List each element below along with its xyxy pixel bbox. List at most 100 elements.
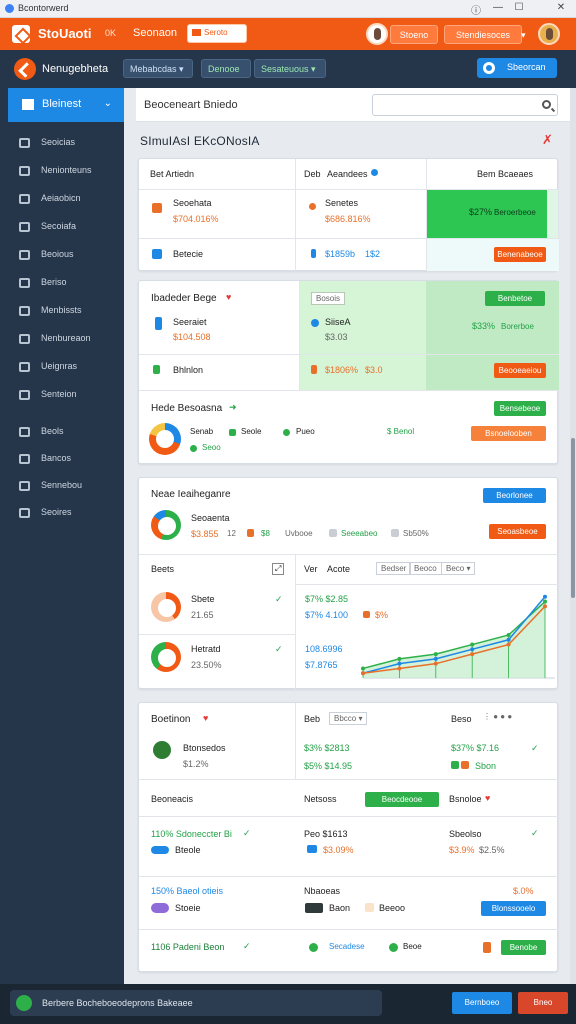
chevron-down-icon[interactable]: ▾ xyxy=(521,30,526,41)
data-point xyxy=(397,661,402,666)
sidebar-item[interactable]: Ueignras xyxy=(0,357,124,377)
action-button[interactable]: Benenabeoe xyxy=(494,247,546,262)
row-title: Betecie xyxy=(173,249,204,259)
check-icon: ✓ xyxy=(275,594,283,604)
sidebar-item-label: Senteion xyxy=(41,389,77,399)
metric: $7% 4.100 xyxy=(305,610,349,620)
donut-chart xyxy=(151,592,181,622)
cloud-icon xyxy=(151,903,169,913)
doc-icon xyxy=(19,222,30,232)
tool-icon xyxy=(19,138,30,148)
filter-select[interactable]: Bedser xyxy=(376,562,412,575)
row-title: SiiseA xyxy=(325,317,351,327)
pin-icon[interactable]: ✗ xyxy=(542,132,553,148)
filter-select[interactable]: Beco ▾ xyxy=(441,562,476,575)
card-title: Neae Ieaiheganre xyxy=(151,489,231,500)
table-icon xyxy=(19,481,30,491)
sidebar-item[interactable]: Beriso xyxy=(0,273,124,293)
card-title: Ibadeder Bege xyxy=(151,293,217,304)
sidebar-item-label: Aeiaobicn xyxy=(41,193,81,203)
heart-icon[interactable]: ♥ xyxy=(485,793,490,803)
footer-button-secondary[interactable]: Bneo xyxy=(518,992,568,1014)
chip[interactable]: Bosois xyxy=(311,292,346,305)
heart-icon[interactable]: ♥ xyxy=(203,713,208,723)
sidebar-item-label: Sennebou xyxy=(41,480,83,490)
data-point xyxy=(543,604,547,609)
nav-select-2[interactable]: Denooe xyxy=(201,59,251,78)
filter-select[interactable]: Bbcco ▾ xyxy=(329,712,368,725)
nav-select-1[interactable]: Mebabcdas ▾ xyxy=(123,59,193,78)
heart-icon[interactable]: ♥ xyxy=(226,292,231,302)
row-sub: Baon xyxy=(329,903,351,913)
filter-select[interactable]: Beoco xyxy=(409,562,442,575)
action-button[interactable]: Blonssooelo xyxy=(481,901,546,916)
scrollbar[interactable] xyxy=(570,88,576,984)
arrow-icon[interactable]: ➜ xyxy=(229,402,237,413)
minimize-button[interactable]: — xyxy=(491,2,505,13)
top-input[interactable]: Seroto xyxy=(187,24,247,43)
section-label: Bsnoloe xyxy=(449,794,482,804)
top-hint: 0K xyxy=(105,28,117,38)
info-icon[interactable] xyxy=(371,169,378,176)
sidebar-item-label: Bancos xyxy=(41,453,72,463)
sidebar-item[interactable]: Beoious xyxy=(0,245,124,265)
sidebar-item[interactable]: Seoires xyxy=(0,503,124,523)
metric: $3% $2813 xyxy=(304,743,350,753)
search-icon[interactable] xyxy=(542,100,551,109)
action-button[interactable]: Benobe xyxy=(501,940,546,955)
nav-select-3[interactable]: Sesateuous ▾ xyxy=(254,59,326,78)
sidebar-item[interactable]: Menbissts xyxy=(0,301,124,321)
action-button[interactable]: Benbetoe xyxy=(485,291,545,306)
footer-button-primary[interactable]: Bernboeo xyxy=(452,992,512,1014)
column-header: Bet Artiedn xyxy=(150,169,195,179)
filter-select-label: Bbcco xyxy=(334,714,357,723)
sidebar-item-active[interactable]: Bleinest ⌄ xyxy=(8,88,124,122)
expand-icon[interactable]: ⤢ xyxy=(272,563,285,575)
sidebar-item[interactable]: Sennebou xyxy=(0,476,124,496)
action-button[interactable]: Beooeaeiou xyxy=(494,363,546,378)
toolbar-icons[interactable]: ⋮ ● ● ● xyxy=(483,712,512,721)
sidebar-item[interactable]: Seoicias xyxy=(0,133,124,153)
sidebar-item-label: Nenionteuns xyxy=(41,165,92,175)
search-input[interactable] xyxy=(372,94,558,116)
nav-title: Nenugebheta xyxy=(42,63,109,75)
sidebar-item[interactable]: Nenbureaon xyxy=(0,329,124,349)
sidebar-item[interactable]: Beols xyxy=(0,422,124,442)
row-value: $686.816% xyxy=(325,214,371,224)
action-button[interactable]: Seoasbeoe xyxy=(489,524,546,539)
scrollbar-thumb[interactable] xyxy=(571,438,575,598)
sidebar-item[interactable]: Aeiaobicn xyxy=(0,189,124,209)
home-icon xyxy=(22,99,34,110)
action-button[interactable]: Beorlonee xyxy=(483,488,546,503)
tag-icon xyxy=(192,29,201,37)
info-icon[interactable]: ⓘ xyxy=(469,2,483,17)
content-header: Beoceneart Bniedo xyxy=(136,88,570,122)
close-button[interactable]: ✕ xyxy=(554,2,568,13)
action-button[interactable]: Beocdeooe xyxy=(365,792,439,807)
message-input[interactable]: Berbere Bocheboeodeprons Bakeaee xyxy=(10,990,382,1016)
sidebar: Bleinest ⌄ Seoicias Nenionteuns Aeiaobicn… xyxy=(0,88,124,984)
action-button[interactable]: Bsnoelooben xyxy=(471,426,546,441)
maximize-button[interactable]: ☐ xyxy=(512,2,526,13)
sidebar-item[interactable]: Bancos xyxy=(0,449,124,469)
data-point xyxy=(397,656,402,661)
status-icon xyxy=(16,995,32,1011)
user-avatar[interactable] xyxy=(538,23,560,45)
row-title: Bhlnlon xyxy=(173,365,204,375)
percent-value: $33% xyxy=(472,321,496,331)
nav-action-button[interactable]: Sbeorcan xyxy=(477,58,557,78)
sidebar-item[interactable]: Senteion xyxy=(0,385,124,405)
top-button-1[interactable]: Stoeno xyxy=(390,25,438,44)
row-title: 110% Sdoneccter Bi xyxy=(151,829,232,839)
avatar[interactable] xyxy=(366,23,388,45)
action-button[interactable]: Bensebeoe xyxy=(494,401,546,416)
sidebar-item[interactable]: Nenionteuns xyxy=(0,161,124,181)
percent-label: Beroerbeoe xyxy=(494,208,536,217)
data-point xyxy=(543,594,547,599)
percent-label: Borerboe xyxy=(501,322,534,331)
sidebar-item[interactable]: Secoiafa xyxy=(0,217,124,237)
top-button-2[interactable]: Stendiesoces xyxy=(444,25,522,44)
row-value: $3.9% xyxy=(449,845,475,855)
data-point xyxy=(433,652,438,657)
window-titlebar: Bcontorwerd ⓘ — ☐ ✕ xyxy=(0,0,576,18)
